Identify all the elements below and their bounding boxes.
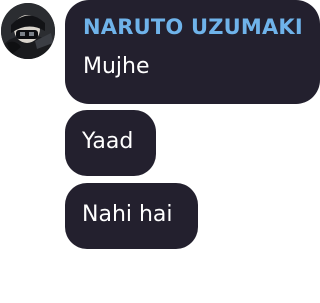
avatar[interactable] xyxy=(1,3,55,59)
sender-name[interactable]: NARUTO UZUMAKI xyxy=(83,13,320,41)
message-text: Nahi hai xyxy=(82,202,173,227)
message-bubble[interactable]: Nahi hai xyxy=(65,183,198,249)
chat-thread: NARUTO UZUMAKI Mujhe Yaad Nahi hai xyxy=(0,0,320,303)
message-text: Mujhe xyxy=(83,54,150,79)
message-text: Yaad xyxy=(82,129,134,154)
user-avatar-icon xyxy=(1,3,55,59)
message-bubble[interactable]: Yaad xyxy=(65,110,156,176)
message-bubble[interactable]: NARUTO UZUMAKI Mujhe xyxy=(65,0,320,104)
